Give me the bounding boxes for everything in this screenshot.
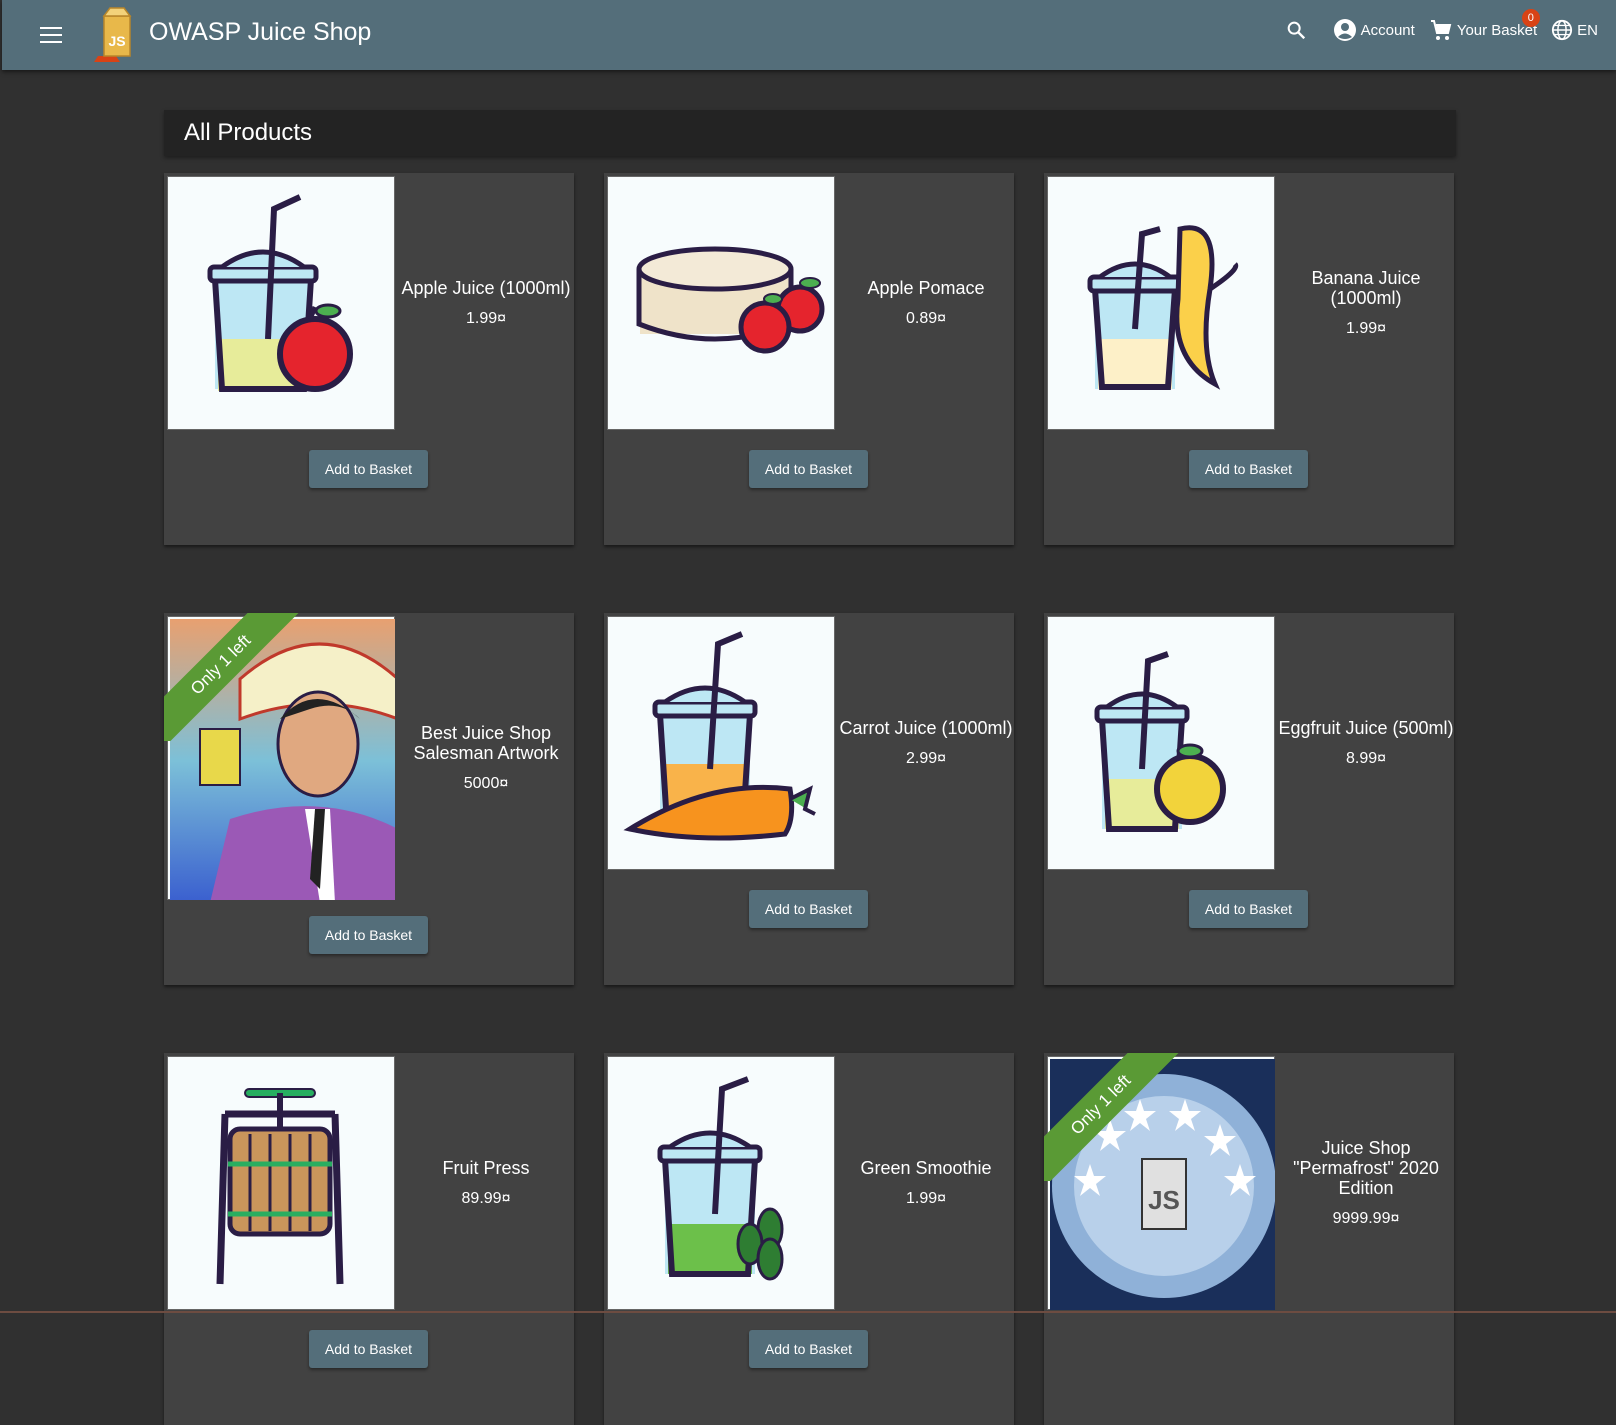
product-name: Banana Juice (1000ml) [1311, 268, 1421, 308]
product-price: 2.99¤ [905, 750, 947, 767]
product-card[interactable]: Banana Juice (1000ml) 1.99¤ Add to Baske… [1044, 173, 1454, 545]
product-info: Apple Pomace 0.89¤ [838, 173, 1014, 433]
globe-icon [1552, 19, 1573, 41]
product-name: Fruit Press [442, 1158, 530, 1178]
green-smoothie-image [657, 1076, 784, 1281]
product-image[interactable] [164, 613, 398, 903]
product-card[interactable]: Fruit Press 89.99¤ Add to Basket [164, 1053, 574, 1425]
menu-icon[interactable] [38, 22, 64, 48]
product-info: Carrot Juice (1000ml) 2.99¤ [838, 613, 1014, 873]
juice-shop-logo[interactable]: JS [90, 6, 144, 62]
eggfruit-juice-image [1094, 651, 1226, 832]
all-products-header: All Products [164, 110, 1456, 156]
product-info: Green Smoothie 1.99¤ [838, 1053, 1014, 1313]
product-card[interactable]: Apple Pomace 0.89¤ Add to Basket [604, 173, 1014, 545]
product-price: 1.99¤ [905, 1190, 947, 1207]
product-image[interactable] [1044, 173, 1278, 433]
product-image[interactable] [164, 173, 398, 433]
product-image[interactable] [604, 1053, 838, 1313]
apple-pomace-image [636, 246, 825, 354]
add-to-basket-button[interactable]: Add to Basket [309, 916, 428, 954]
product-name: Apple Juice (1000ml) [401, 278, 571, 298]
permafrost-edition-image: JS [1050, 1059, 1275, 1310]
salesman-artwork-image [170, 619, 395, 900]
carrot-juice-image [623, 631, 816, 841]
app-title[interactable]: OWASP Juice Shop [149, 18, 371, 47]
product-image[interactable]: JS [1044, 1053, 1278, 1313]
product-card[interactable]: Carrot Juice (1000ml) 2.99¤ Add to Baske… [604, 613, 1014, 985]
product-image[interactable] [604, 173, 838, 433]
product-card[interactable]: Eggfruit Juice (500ml) 8.99¤ Add to Bask… [1044, 613, 1454, 985]
product-info: Eggfruit Juice (500ml) 8.99¤ [1278, 613, 1454, 873]
product-name: Green Smoothie [860, 1158, 992, 1178]
account-button[interactable]: Account [1333, 18, 1415, 42]
product-card[interactable]: Only 1 left Best Juice Shop Salesman Art… [164, 613, 574, 985]
product-name: Best Juice Shop Salesman Artwork [413, 723, 559, 763]
product-price: 9999.99¤ [1332, 1210, 1400, 1227]
product-info: Fruit Press 89.99¤ [398, 1053, 574, 1313]
product-card[interactable]: Apple Juice (1000ml) 1.99¤ Add to Basket [164, 173, 574, 545]
account-label: Account [1360, 21, 1415, 39]
banana-juice-image [1087, 225, 1239, 390]
add-to-basket-button[interactable]: Add to Basket [309, 450, 428, 488]
page-title: All Products [184, 119, 313, 146]
product-card[interactable]: JS Only 1 left Juice Shop "Permafrost" 2… [1044, 1053, 1454, 1425]
svg-text:JS: JS [108, 33, 125, 49]
product-name: Carrot Juice (1000ml) [839, 718, 1013, 738]
apple-juice-image [207, 194, 353, 392]
add-to-basket-button[interactable]: Add to Basket [749, 890, 868, 928]
product-price: 1.99¤ [465, 310, 507, 327]
product-name: Juice Shop "Permafrost" 2020 Edition [1293, 1138, 1439, 1198]
shopping-cart-icon [1430, 20, 1452, 40]
product-image[interactable] [1044, 613, 1278, 873]
basket-button[interactable]: Your Basket 0 [1429, 9, 1540, 42]
product-info: Apple Juice (1000ml) 1.99¤ [398, 173, 574, 433]
search-button[interactable] [1285, 19, 1307, 41]
product-name: Eggfruit Juice (500ml) [1278, 718, 1454, 738]
search-icon [1287, 21, 1305, 40]
product-info: Best Juice Shop Salesman Artwork 5000¤ [398, 613, 574, 903]
product-info: Banana Juice (1000ml) 1.99¤ [1278, 173, 1454, 433]
product-price: 5000¤ [463, 775, 509, 792]
product-price: 1.99¤ [1345, 320, 1387, 337]
product-image[interactable] [164, 1053, 398, 1313]
fruit-press-image [216, 1088, 344, 1285]
add-to-basket-button[interactable]: Add to Basket [309, 1330, 428, 1368]
product-info: Juice Shop "Permafrost" 2020 Edition 999… [1278, 1053, 1454, 1313]
add-to-basket-button[interactable]: Add to Basket [1189, 890, 1308, 928]
product-image[interactable] [604, 613, 838, 873]
product-name: Apple Pomace [867, 278, 985, 298]
account-circle-icon [1333, 19, 1356, 41]
language-button[interactable]: EN [1551, 19, 1598, 41]
language-label: EN [1577, 21, 1598, 39]
basket-count-badge: 0 [1521, 9, 1540, 27]
product-price: 0.89¤ [905, 310, 947, 327]
product-price: 8.99¤ [1345, 750, 1387, 767]
add-to-basket-button[interactable]: Add to Basket [749, 450, 868, 488]
add-to-basket-button[interactable]: Add to Basket [749, 1330, 868, 1368]
add-to-basket-button[interactable]: Add to Basket [1189, 450, 1308, 488]
svg-text:JS: JS [1148, 1185, 1180, 1215]
product-card[interactable]: Green Smoothie 1.99¤ Add to Basket [604, 1053, 1014, 1425]
product-price: 89.99¤ [461, 1190, 511, 1207]
top-toolbar: JS OWASP Juice Shop Account Your Basket … [2, 0, 1616, 70]
